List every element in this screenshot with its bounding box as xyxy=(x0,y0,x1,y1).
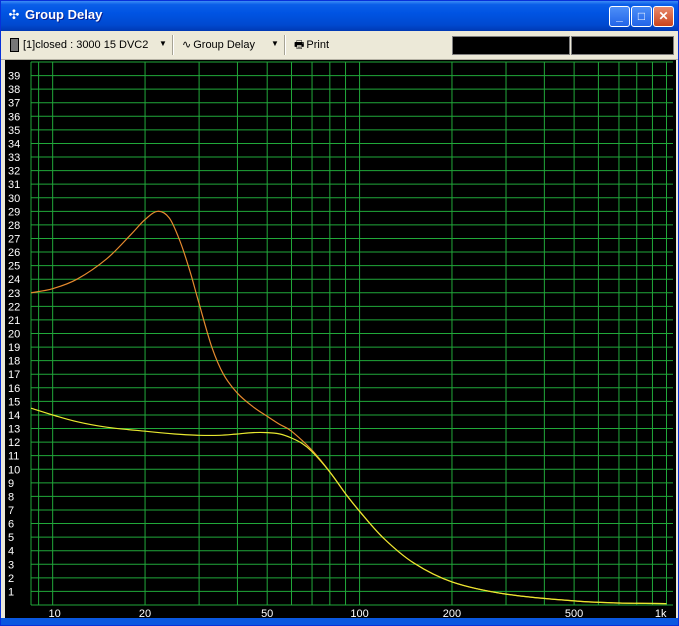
y-tick-label: 25 xyxy=(8,261,20,273)
y-tick-label: 15 xyxy=(8,396,20,408)
y-tick-label: 37 xyxy=(8,98,20,110)
group-delay-window: ✣ Group Delay _ □ ✕ [1]closed : 3000 15 … xyxy=(0,0,679,626)
title-bar[interactable]: ✣ Group Delay _ □ ✕ xyxy=(1,1,678,31)
maximize-icon: □ xyxy=(637,9,646,23)
chevron-down-icon: ▼ xyxy=(159,39,167,48)
x-tick-label: 20 xyxy=(139,608,151,618)
x-tick-label: 200 xyxy=(443,608,461,618)
group-delay-curve-orange xyxy=(30,210,667,605)
close-icon: ✕ xyxy=(658,9,669,23)
toolbar: [1]closed : 3000 15 DVC2 ▼ ∿ Group Delay … xyxy=(1,31,678,60)
y-tick-label: 31 xyxy=(8,179,20,191)
y-tick-label: 29 xyxy=(8,206,20,218)
readout-box-2 xyxy=(571,36,674,55)
y-tick-label: 6 xyxy=(8,519,14,531)
y-tick-label: 24 xyxy=(8,274,20,286)
x-tick-label: 10 xyxy=(49,608,61,618)
y-tick-label: 13 xyxy=(8,424,20,436)
y-tick-label: 2 xyxy=(8,573,14,585)
y-tick-label: 22 xyxy=(8,301,20,313)
y-tick-label: 1 xyxy=(8,586,14,598)
y-tick-label: 18 xyxy=(8,356,20,368)
y-tick-label: 23 xyxy=(8,288,20,300)
curve-select[interactable]: [1]closed : 3000 15 DVC2 xyxy=(10,34,148,56)
print-label: Print xyxy=(306,39,330,51)
y-tick-label: 20 xyxy=(8,329,20,341)
y-tick-label: 17 xyxy=(8,369,20,381)
view-select-dropdown[interactable]: ▼ xyxy=(270,36,280,52)
chart-svg: 1234567891011121314151617181920212223242… xyxy=(8,61,673,620)
y-tick-label: 19 xyxy=(8,342,20,354)
y-tick-label: 11 xyxy=(8,451,19,463)
minimize-icon: _ xyxy=(616,9,623,23)
y-tick-label: 26 xyxy=(8,247,20,259)
window-bottom-border xyxy=(1,618,678,625)
document-icon xyxy=(10,38,19,53)
x-tick-label: 500 xyxy=(565,608,583,618)
y-tick-label: 7 xyxy=(8,505,14,517)
y-tick-label: 4 xyxy=(8,546,14,558)
y-tick-label: 9 xyxy=(8,478,14,490)
app-icon: ✣ xyxy=(8,7,20,22)
y-tick-label: 8 xyxy=(8,491,14,503)
toolbar-separator xyxy=(284,35,286,55)
print-button[interactable]: 🖶 Print xyxy=(294,34,329,56)
y-tick-label: 30 xyxy=(8,193,20,205)
y-tick-label: 33 xyxy=(8,152,20,164)
minimize-button[interactable]: _ xyxy=(609,6,630,27)
x-tick-label: 50 xyxy=(261,608,273,618)
chevron-down-icon: ▼ xyxy=(271,39,279,48)
close-button[interactable]: ✕ xyxy=(653,6,674,27)
window-title: Group Delay xyxy=(25,7,103,22)
printer-icon: 🖶 xyxy=(294,39,305,51)
y-tick-label: 14 xyxy=(8,410,20,422)
x-tick-label: 1k xyxy=(655,608,667,618)
y-tick-label: 32 xyxy=(8,166,20,178)
y-tick-label: 38 xyxy=(8,84,20,96)
view-select[interactable]: ∿ Group Delay xyxy=(182,34,255,56)
y-tick-label: 35 xyxy=(8,125,20,137)
y-tick-label: 16 xyxy=(8,383,20,395)
wave-icon: ∿ xyxy=(182,39,192,51)
y-tick-label: 10 xyxy=(8,464,20,476)
y-tick-label: 5 xyxy=(8,532,14,544)
y-tick-label: 39 xyxy=(8,71,20,83)
curve-select-dropdown[interactable]: ▼ xyxy=(158,36,168,52)
view-select-value: Group Delay xyxy=(193,39,255,51)
group-delay-curve-yellow xyxy=(30,407,667,605)
readout-box-1 xyxy=(452,36,570,55)
y-tick-label: 12 xyxy=(8,437,20,449)
y-tick-label: 27 xyxy=(8,233,20,245)
y-tick-label: 21 xyxy=(8,315,20,327)
y-tick-label: 34 xyxy=(8,138,20,150)
y-tick-label: 3 xyxy=(8,559,14,571)
y-tick-label: 28 xyxy=(8,220,20,232)
curve-select-value: [1]closed : 3000 15 DVC2 xyxy=(23,39,149,51)
toolbar-separator xyxy=(172,35,174,55)
x-tick-label: 100 xyxy=(350,608,368,618)
y-tick-label: 36 xyxy=(8,111,20,123)
maximize-button[interactable]: □ xyxy=(631,6,652,27)
group-delay-chart: 1 2 3 4 5 6 7 8 9 10 11 12 13 14 15 16 17 18 19 20 21 22 23 24 2… xyxy=(5,60,676,620)
